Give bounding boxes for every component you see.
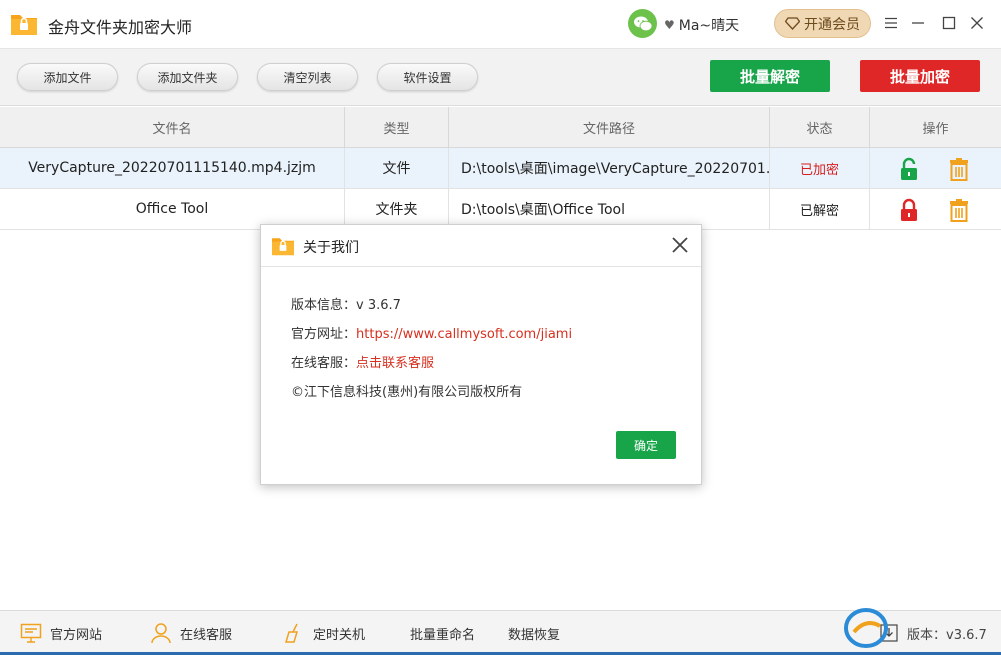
- footer-recovery[interactable]: 数据恢复: [508, 621, 560, 645]
- header-status[interactable]: 状态: [770, 107, 870, 148]
- app-title: 金舟文件夹加密大师: [48, 18, 193, 37]
- header-filename[interactable]: 文件名: [0, 107, 345, 148]
- toolbar: 添加文件 添加文件夹 清空列表 软件设置 批量解密 批量加密: [0, 48, 1001, 106]
- add-file-button[interactable]: 添加文件: [17, 63, 118, 91]
- broom-icon: [284, 623, 299, 643]
- copyright-text: ©江下信息科技(惠州)有限公司版权所有: [291, 385, 523, 400]
- footer-rename[interactable]: 批量重命名: [410, 621, 475, 645]
- website-info: 官方网址：https://www.callmysoft.com/jiami: [291, 323, 572, 342]
- batch-decrypt-button[interactable]: 批量解密: [710, 60, 830, 92]
- row-path: D:\tools\桌面\image\VeryCapture_20220701..…: [449, 148, 770, 188]
- row-status: 已解密: [770, 189, 870, 229]
- footer-website[interactable]: 官方网站: [20, 621, 102, 645]
- footer-shutdown[interactable]: 定时关机: [283, 621, 365, 645]
- heart-icon: ♥: [664, 18, 675, 32]
- footer-version: 版本：v3.6.7: [907, 628, 987, 643]
- footer-bar: 官方网站 在线客服 定时关机 批量重命名 数据恢复 版本：v3.6.7: [0, 610, 1001, 655]
- maximize-icon[interactable]: [938, 12, 960, 34]
- download-icon[interactable]: [880, 624, 898, 642]
- header-actions: 操作: [922, 122, 949, 137]
- website-label: 官方网址：: [291, 327, 357, 342]
- service-label: 在线客服：: [291, 356, 357, 371]
- service-link[interactable]: 点击联系客服: [356, 356, 434, 371]
- close-icon[interactable]: [669, 234, 691, 256]
- title-bar: 金舟文件夹加密大师 ♥ Ma~晴天 开通会员: [0, 0, 1001, 48]
- version-label: 版本信息：: [291, 298, 357, 313]
- app-logo-icon: [11, 15, 37, 35]
- wechat-icon[interactable]: [628, 9, 657, 38]
- dialog-title: 关于我们: [303, 240, 359, 256]
- table-row[interactable]: VeryCapture_20220701115140.mp4.jzjm 文件 D…: [0, 148, 1001, 189]
- user-icon: [151, 623, 171, 644]
- footer-shutdown-label: 定时关机: [313, 627, 366, 643]
- row-type: 文件: [345, 148, 449, 188]
- row-path: D:\tools\桌面\Office Tool: [449, 189, 770, 229]
- lock-icon[interactable]: [898, 198, 920, 222]
- service-info: 在线客服：点击联系客服: [291, 352, 434, 371]
- settings-button[interactable]: 软件设置: [377, 63, 478, 91]
- footer-website-label: 官方网站: [50, 627, 103, 643]
- header-type[interactable]: 类型: [345, 107, 449, 148]
- menu-icon[interactable]: [880, 12, 902, 34]
- unlock-icon[interactable]: [898, 157, 920, 181]
- minimize-icon[interactable]: [907, 12, 929, 34]
- dialog-header: 关于我们: [261, 225, 701, 267]
- trash-icon[interactable]: [948, 157, 970, 181]
- table-header: 文件名 类型 文件路径 状态 操作: [0, 107, 1001, 148]
- row-filename: VeryCapture_20220701115140.mp4.jzjm: [0, 148, 345, 188]
- vip-label: 开通会员: [804, 16, 860, 33]
- website-link[interactable]: https://www.callmysoft.com/jiami: [356, 327, 572, 342]
- version-info: 版本信息：v 3.6.7: [291, 294, 401, 313]
- row-status: 已加密: [770, 148, 870, 188]
- vip-button[interactable]: 开通会员: [774, 9, 871, 38]
- batch-encrypt-button[interactable]: 批量加密: [860, 60, 980, 92]
- header-path[interactable]: 文件路径: [449, 107, 770, 148]
- app-logo-icon: [272, 238, 294, 256]
- trash-icon[interactable]: [948, 198, 970, 222]
- version-value: v 3.6.7: [356, 298, 401, 313]
- user-name[interactable]: ♥ Ma~晴天: [664, 15, 739, 35]
- clear-list-button[interactable]: 清空列表: [257, 63, 358, 91]
- about-dialog: 关于我们 版本信息：v 3.6.7 官方网址：https://www.callm…: [260, 224, 702, 485]
- monitor-icon: [20, 623, 42, 643]
- footer-support[interactable]: 在线客服: [150, 621, 232, 645]
- row-type: 文件夹: [345, 189, 449, 229]
- user-name-label: Ma~晴天: [678, 18, 740, 34]
- close-icon[interactable]: [966, 12, 988, 34]
- diamond-icon: [785, 17, 800, 30]
- footer-support-label: 在线客服: [180, 627, 233, 643]
- add-folder-button[interactable]: 添加文件夹: [137, 63, 238, 91]
- row-filename: Office Tool: [0, 189, 345, 229]
- ok-button[interactable]: 确定: [616, 431, 676, 459]
